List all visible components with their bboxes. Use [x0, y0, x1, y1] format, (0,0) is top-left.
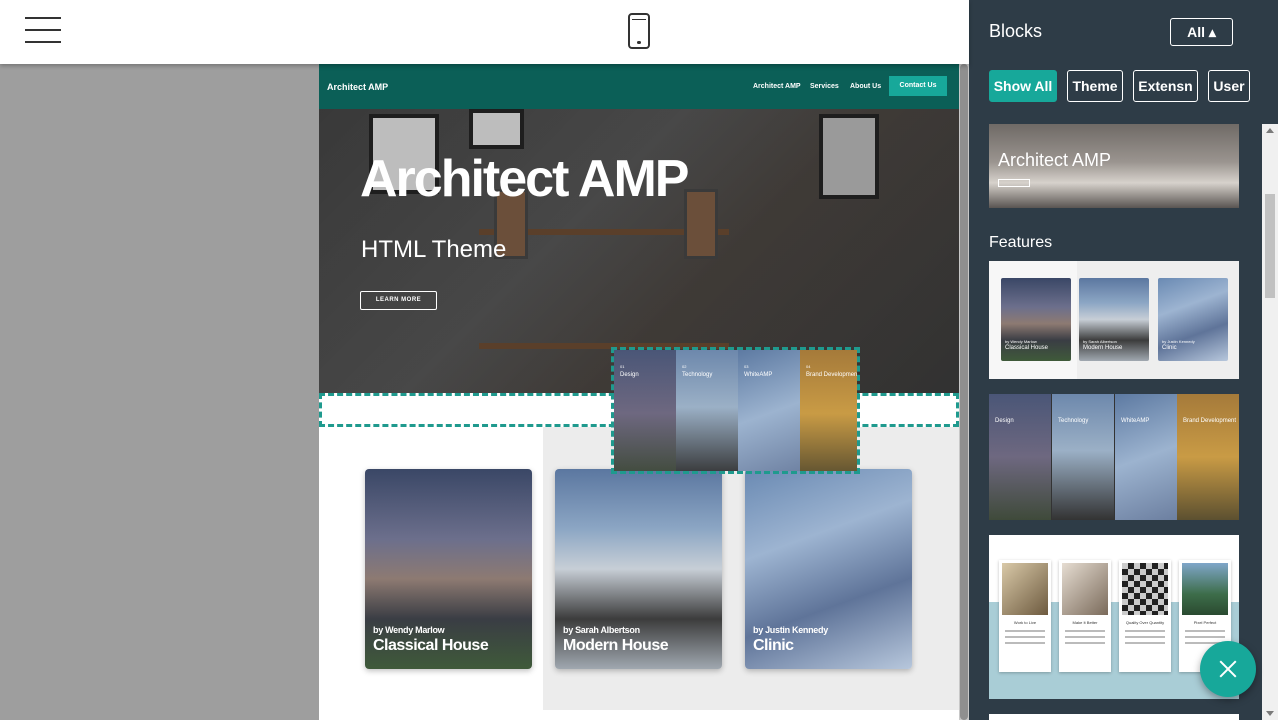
drag-panel-technology: 02 Technology [676, 350, 738, 471]
panel-number: 04 [806, 364, 811, 369]
feature-card-classical-house[interactable]: by Wendy Marlow Classical House [365, 469, 532, 669]
thumb-panel-technology: Technology [1052, 394, 1114, 520]
card-title: Clinic [753, 637, 794, 654]
thumb-panel-label: Brand Development [1183, 418, 1237, 424]
thumb-card-text-line [1005, 630, 1045, 632]
thumb-card-image [1062, 563, 1108, 615]
dragged-block-preview[interactable]: 01 Design 02 Technology 03 WhiteAMP 04 B… [611, 347, 860, 474]
thumb-card-text-line [1005, 642, 1045, 644]
mini-card-modern-house: by Sarah Albertson Modern House [1079, 278, 1149, 361]
mini-card-author: by Justin Kennedy [1162, 339, 1195, 344]
thumb-hero-title: Architect AMP [998, 150, 1112, 170]
close-icon[interactable] [1200, 641, 1256, 697]
panel-scrollbar[interactable] [1262, 124, 1278, 720]
drag-panel-design: 01 Design [614, 350, 676, 471]
filter-extension-button[interactable]: Extensn [1133, 70, 1198, 102]
drag-panel-whiteamp: 03 WhiteAMP [738, 350, 800, 471]
thumb-card-text-line [1125, 630, 1165, 632]
panel-title: Blocks [989, 21, 1043, 41]
panel-label: Design [620, 372, 639, 378]
learn-more-button[interactable]: LEARN MORE [360, 291, 437, 310]
card-title: Modern House [563, 637, 669, 654]
panel-number: 02 [682, 364, 687, 369]
thumb-card-text-line [1125, 642, 1165, 644]
thumb-panel-label: WhiteAMP [1121, 418, 1150, 424]
filter-user-button[interactable]: User [1208, 70, 1250, 102]
feature-card-modern-house[interactable]: by Sarah Albertson Modern House [555, 469, 722, 669]
thumb-card: Quality Over Quantity [1119, 560, 1171, 672]
thumb-card-text-line [1185, 636, 1225, 638]
feature-card-clinic[interactable]: by Justin Kennedy Clinic [745, 469, 912, 669]
thumb-card: Work to Live [999, 560, 1051, 672]
hero-picture-frame [469, 109, 524, 149]
mini-card-title: Classical House [1005, 345, 1049, 351]
blocks-list: Architect AMP Features by Wendy Marlow C… [969, 124, 1278, 720]
thumb-card-title: Pixel Perfect [1193, 620, 1217, 625]
panel-label: Technology [682, 372, 713, 378]
thumb-card-title: Work to Live [1013, 620, 1037, 625]
thumb-card: Make It Better [1059, 560, 1111, 672]
editor-toolbar [0, 0, 969, 64]
scroll-down-arrow-icon[interactable] [1266, 711, 1274, 716]
thumb-panel-whiteamp: WhiteAMP [1115, 394, 1177, 520]
card-title: Classical House [373, 637, 489, 654]
category-dropdown-button[interactable]: All ▴ [1170, 18, 1233, 46]
card-author: by Wendy Marlow [373, 625, 445, 635]
panel-scrollbar-thumb[interactable] [1265, 194, 1275, 298]
block-thumb-features-panels[interactable]: Design Technology WhiteAMP Brand Develop… [989, 394, 1239, 520]
hero-speaker [684, 189, 718, 259]
thumb-panel-brand: Brand Development [1177, 394, 1239, 520]
hero-subtitle: HTML Theme [361, 236, 507, 263]
thumb-card-text-line [1065, 642, 1105, 644]
thumb-hero-button [998, 179, 1030, 187]
section-label-features: Features [989, 234, 1053, 251]
thumb-card-text-line [1005, 636, 1045, 638]
mini-card-author: by Wendy Marlow [1005, 339, 1037, 344]
thumb-card-title: Make It Better [1072, 620, 1098, 625]
block-thumb-features-cards[interactable]: by Wendy Marlow Classical House by Sarah… [989, 261, 1239, 379]
panel-number: 01 [620, 364, 625, 369]
site-nav-link-about[interactable]: About Us [850, 83, 881, 90]
thumb-panel-label: Technology [1058, 418, 1089, 424]
site-nav-link-services[interactable]: Services [810, 83, 839, 90]
thumb-card-image [1182, 563, 1228, 615]
card-author: by Justin Kennedy [753, 625, 828, 635]
blocks-panel: Blocks All ▴ Show All Theme Extensn User… [969, 0, 1278, 720]
thumb-panel-design: Design [989, 394, 1051, 520]
thumb-card-text-line [1065, 636, 1105, 638]
mini-card-title: Clinic [1162, 345, 1177, 351]
canvas-scrollbar[interactable] [959, 64, 969, 720]
thumb-card-image [1122, 563, 1168, 615]
block-thumb-next[interactable] [989, 714, 1239, 720]
panel-number: 03 [744, 364, 749, 369]
thumb-card-text-line [1125, 636, 1165, 638]
scroll-up-arrow-icon[interactable] [1266, 128, 1274, 133]
card-author: by Sarah Albertson [563, 625, 640, 635]
site-brand[interactable]: Architect AMP [327, 82, 388, 92]
filter-show-all-button[interactable]: Show All [989, 70, 1057, 102]
thumb-card-title: Quality Over Quantity [1125, 620, 1165, 625]
site-navbar: Architect AMP Architect AMP Services Abo… [319, 64, 959, 109]
hero-title: Architect AMP [360, 150, 689, 208]
mini-card-author: by Sarah Albertson [1083, 339, 1117, 344]
thumb-panel-label: Design [995, 418, 1014, 424]
filter-theme-button[interactable]: Theme [1067, 70, 1123, 102]
mobile-phone-icon[interactable] [628, 13, 650, 49]
panel-label: WhiteAMP [744, 372, 773, 378]
mini-card-clinic: by Justin Kennedy Clinic [1158, 278, 1228, 361]
mini-card-title: Modern House [1083, 345, 1123, 351]
block-thumb-hero[interactable]: Architect AMP [989, 124, 1239, 208]
mini-card-classical-house: by Wendy Marlow Classical House [1001, 278, 1071, 361]
hamburger-menu-icon[interactable] [25, 16, 61, 44]
hero-electrical-panel [819, 114, 879, 199]
panel-label: Brand Development [806, 372, 860, 378]
thumb-card-text-line [1065, 630, 1105, 632]
site-nav-link-architect[interactable]: Architect AMP [753, 83, 801, 90]
thumb-card-text-line [1185, 630, 1225, 632]
contact-us-button[interactable]: Contact Us [889, 76, 947, 96]
drag-panel-brand: 04 Brand Development [800, 350, 860, 471]
thumb-card-image [1002, 563, 1048, 615]
